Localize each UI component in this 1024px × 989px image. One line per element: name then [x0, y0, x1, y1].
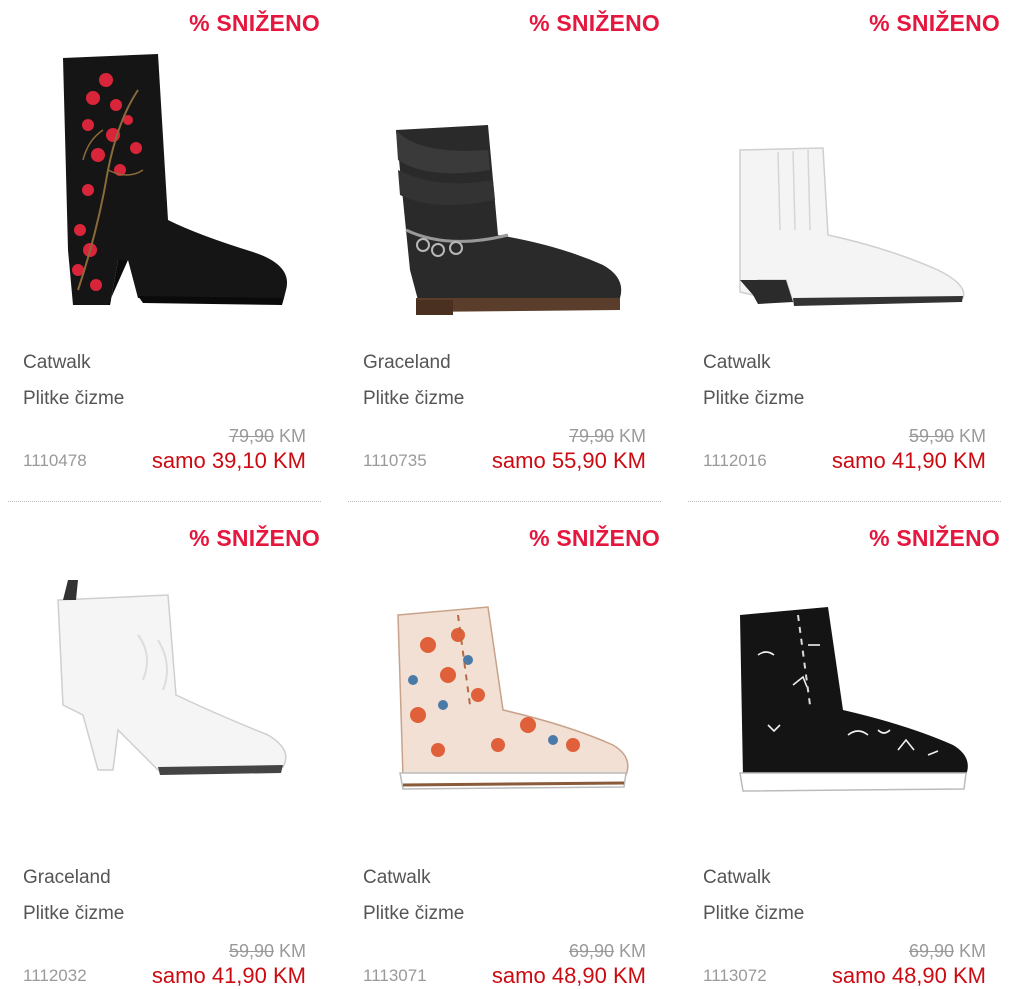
- product-image[interactable]: [688, 30, 1008, 330]
- old-price: 79,90 KM: [229, 426, 306, 447]
- boot-icon: [396, 125, 622, 315]
- currency: KM: [959, 941, 986, 961]
- product-code: 1110735: [363, 451, 427, 470]
- sale-price: samo 48,90 KM: [831, 963, 986, 988]
- currency: KM: [619, 941, 646, 961]
- sale-price: samo 55,90 KM: [491, 448, 646, 473]
- product-card[interactable]: % SNIŽENO Catwalk Plitke čizme 1112016 5…: [688, 0, 1008, 502]
- product-type[interactable]: Plitke čizme: [363, 903, 464, 925]
- product-card[interactable]: % SNIŽENO Graceland Plitke čizme 1112032…: [8, 515, 328, 988]
- product-code: 1112016: [703, 451, 767, 470]
- sale-price: samo 41,90 KM: [151, 963, 306, 988]
- product-type[interactable]: Plitke čizme: [23, 388, 124, 410]
- product-image[interactable]: [8, 545, 328, 845]
- boot-icon: [739, 607, 968, 792]
- old-price-value: 69,90: [908, 941, 954, 961]
- product-card[interactable]: % SNIŽENO Catwalk Plitke čizme 1110478 7…: [8, 0, 328, 502]
- currency: KM: [959, 426, 986, 446]
- product-brand[interactable]: Graceland: [23, 867, 111, 889]
- product-type[interactable]: Plitke čizme: [703, 388, 804, 410]
- boot-icon: [57, 580, 287, 775]
- product-image[interactable]: [688, 545, 1008, 845]
- product-code: 1113072: [703, 966, 767, 985]
- product-brand[interactable]: Catwalk: [703, 352, 771, 374]
- sale-price: samo 39,10 KM: [151, 448, 306, 473]
- divider: [348, 501, 661, 502]
- old-price-value: 79,90: [568, 426, 614, 446]
- boot-icon: [739, 147, 965, 306]
- old-price: 69,90 KM: [569, 941, 646, 962]
- old-price-value: 79,90: [228, 426, 274, 446]
- product-type[interactable]: Plitke čizme: [363, 388, 464, 410]
- product-card[interactable]: % SNIŽENO Catwalk Plitke čizme 1113071 6…: [348, 515, 668, 988]
- currency: KM: [279, 426, 306, 446]
- product-brand[interactable]: Catwalk: [703, 867, 771, 889]
- divider: [688, 501, 1001, 502]
- product-image[interactable]: [348, 545, 668, 845]
- old-price: 59,90 KM: [229, 941, 306, 962]
- old-price: 69,90 KM: [909, 941, 986, 962]
- product-code: 1113071: [363, 966, 427, 985]
- product-brand[interactable]: Graceland: [363, 352, 451, 374]
- old-price: 59,90 KM: [909, 426, 986, 447]
- product-code: 1112032: [23, 966, 87, 985]
- product-type[interactable]: Plitke čizme: [703, 903, 804, 925]
- old-price-value: 59,90: [908, 426, 954, 446]
- divider: [8, 501, 321, 502]
- old-price-value: 59,90: [228, 941, 274, 961]
- product-image[interactable]: [348, 30, 668, 330]
- product-image[interactable]: [8, 30, 328, 330]
- product-code: 1110478: [23, 451, 87, 470]
- boot-icon: [397, 606, 629, 790]
- currency: KM: [279, 941, 306, 961]
- product-type[interactable]: Plitke čizme: [23, 903, 124, 925]
- currency: KM: [619, 426, 646, 446]
- boot-icon: [63, 54, 288, 305]
- product-card[interactable]: % SNIŽENO Graceland Plitke čizme 1110735…: [348, 0, 668, 502]
- product-card[interactable]: % SNIŽENO Catwalk Plitke čizme 1113072 6…: [688, 515, 1008, 988]
- product-brand[interactable]: Catwalk: [23, 352, 91, 374]
- old-price: 79,90 KM: [569, 426, 646, 447]
- sale-price: samo 41,90 KM: [831, 448, 986, 473]
- product-brand[interactable]: Catwalk: [363, 867, 431, 889]
- sale-price: samo 48,90 KM: [491, 963, 646, 988]
- old-price-value: 69,90: [568, 941, 614, 961]
